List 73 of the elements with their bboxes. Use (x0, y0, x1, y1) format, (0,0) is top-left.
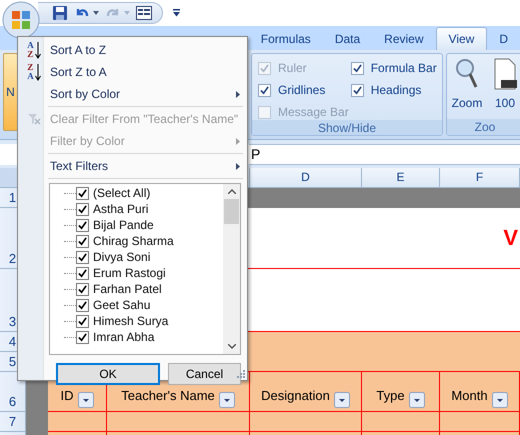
column-header[interactable]: E (362, 168, 440, 188)
customize-caret-icon[interactable] (173, 9, 180, 17)
filter-dropdown-button[interactable] (492, 392, 508, 408)
value-list-item[interactable]: Chirag Sharma (50, 233, 223, 249)
checkbox[interactable] (258, 84, 271, 96)
checkbox[interactable] (76, 250, 89, 264)
checkbox[interactable] (76, 218, 89, 232)
menu-item[interactable]: Sort by Color (18, 83, 247, 105)
value-list-item[interactable]: Geet Sahu (50, 297, 223, 313)
header-cell: Designation (250, 372, 362, 412)
ribbon-tab[interactable]: Data (322, 28, 372, 50)
submenu-arrow-icon (236, 162, 240, 170)
normal-view-button[interactable]: N (3, 53, 18, 131)
ribbon-tab[interactable]: View (436, 27, 488, 50)
checkbox[interactable] (76, 202, 89, 216)
submenu-arrow-icon (236, 90, 240, 98)
scroll-up-icon[interactable] (228, 189, 236, 194)
filter-dropdown-button[interactable] (408, 392, 425, 408)
table-cell (48, 412, 107, 432)
header-cell: Type (362, 372, 440, 412)
clear-filter-icon (27, 113, 41, 125)
checkbox[interactable] (76, 186, 89, 200)
value-list-item[interactable]: (Select All) (50, 185, 223, 201)
zoom-button[interactable]: Zoom (449, 58, 485, 119)
column-header[interactable]: F (440, 168, 520, 188)
scroll-down-icon[interactable] (228, 344, 236, 349)
value-list-item[interactable]: Astha Puri (50, 201, 223, 217)
value-list-item[interactable]: Himesh Surya (50, 313, 223, 329)
form-icon[interactable] (136, 6, 152, 20)
scroll-thumb[interactable] (224, 199, 239, 224)
checkbox[interactable] (76, 266, 89, 280)
ribbon-checkbox[interactable]: Headings (350, 82, 437, 98)
checkbox[interactable] (76, 298, 89, 312)
ribbon-tab[interactable]: Formulas (248, 28, 323, 50)
group-title: Zoo (447, 119, 520, 135)
ribbon-checkbox[interactable]: Formula Bar (350, 60, 437, 76)
value-list-item[interactable]: Bijal Pande (50, 217, 223, 233)
group-title: Show/Hide (252, 120, 442, 135)
magnifier-icon (455, 58, 479, 90)
checkbox[interactable] (76, 330, 89, 344)
ribbon-checkbox[interactable]: Gridlines (258, 82, 349, 98)
zoom-100-button[interactable]: 100 (487, 58, 520, 119)
checkbox[interactable] (76, 314, 89, 328)
menu-item[interactable]: Text Filters (18, 155, 247, 177)
sheet-title: V (503, 225, 518, 251)
column-header[interactable]: D (250, 168, 362, 188)
submenu-arrow-icon (236, 138, 240, 144)
save-icon[interactable] (52, 5, 68, 21)
page-icon (493, 58, 517, 90)
ribbon-tab[interactable]: Review (372, 28, 436, 50)
checkbox[interactable] (76, 282, 89, 296)
value-list-item[interactable]: Imran Abha (50, 329, 223, 345)
caret-icon[interactable] (93, 11, 99, 15)
filter-dropdown-button[interactable] (218, 392, 235, 408)
menu-item[interactable]: A Z Sort A to Z (18, 39, 247, 61)
value-list-item[interactable]: Erum Rastogi (50, 265, 223, 281)
cancel-button[interactable]: Cancel (168, 363, 241, 385)
checkbox[interactable] (350, 84, 364, 96)
row-header[interactable]: 7 (0, 412, 26, 432)
row-header[interactable]: 6 (0, 372, 26, 412)
header-cell: Month (440, 372, 520, 412)
value-list-item[interactable]: Divya Soni (50, 249, 223, 265)
scrollbar[interactable] (223, 184, 240, 354)
filter-dropdown-button[interactable] (78, 392, 94, 408)
menu-item[interactable]: Z A Sort Z to A (18, 61, 247, 83)
formula-bar-field[interactable]: P (249, 144, 520, 165)
checkbox[interactable] (350, 62, 364, 74)
ribbon-tab[interactable]: D (487, 28, 520, 50)
value-list-item[interactable]: Farhan Patel (50, 281, 223, 297)
checkbox[interactable] (76, 234, 89, 248)
resize-grip-icon[interactable] (237, 370, 245, 378)
filter-dropdown-button[interactable] (334, 392, 350, 408)
ok-button[interactable]: OK (56, 363, 160, 385)
